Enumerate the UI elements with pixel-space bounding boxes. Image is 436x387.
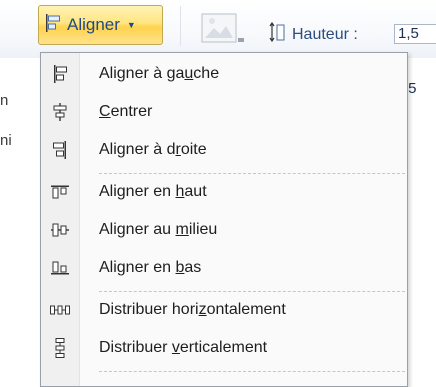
menu-item-align-top[interactable]: Aligner en haut: [41, 173, 407, 211]
align-center-icon: [41, 93, 79, 131]
distribute-vertical-icon: [41, 329, 79, 367]
ribbon-separator: [180, 6, 181, 46]
menu-item-distribute-horizontally[interactable]: Distribuer horizontalement: [41, 291, 407, 329]
height-input[interactable]: 1,5: [394, 24, 436, 44]
aligner-dropdown-button[interactable]: Aligner ▼: [38, 5, 163, 45]
align-bottom-icon: [41, 249, 79, 287]
aligner-label: Aligner: [67, 15, 120, 34]
align-middle-icon: [41, 211, 79, 249]
height-label: Hauteur :: [292, 25, 358, 43]
menu-item-distribute-vertically[interactable]: Distribuer verticalement: [41, 329, 407, 367]
height-icon: [268, 21, 286, 47]
ribbon-partial-text: n: [0, 92, 9, 109]
menu-item-align-bottom[interactable]: Aligner en bas: [41, 249, 407, 287]
aligner-menu: Aligner à gauche Centrer Aligner à droit…: [40, 52, 408, 387]
chevron-down-icon: ▼: [126, 20, 136, 30]
menu-item-align-left[interactable]: Aligner à gauche: [41, 55, 407, 93]
picture-size-icon[interactable]: [200, 12, 248, 44]
align-left-icon: [45, 13, 61, 37]
align-right-icon: [41, 131, 79, 169]
align-top-icon: [41, 173, 79, 211]
ribbon-partial-text: ni: [0, 132, 12, 149]
menu-item-align-middle[interactable]: Aligner au milieu: [41, 211, 407, 249]
menu-item-align-right[interactable]: Aligner à droite: [41, 131, 407, 169]
menu-separator: [99, 371, 405, 372]
height-group: Hauteur :: [268, 21, 358, 47]
distribute-horizontal-icon: [41, 291, 79, 329]
align-left-icon: [41, 55, 79, 93]
menu-item-center[interactable]: Centrer: [41, 93, 407, 131]
